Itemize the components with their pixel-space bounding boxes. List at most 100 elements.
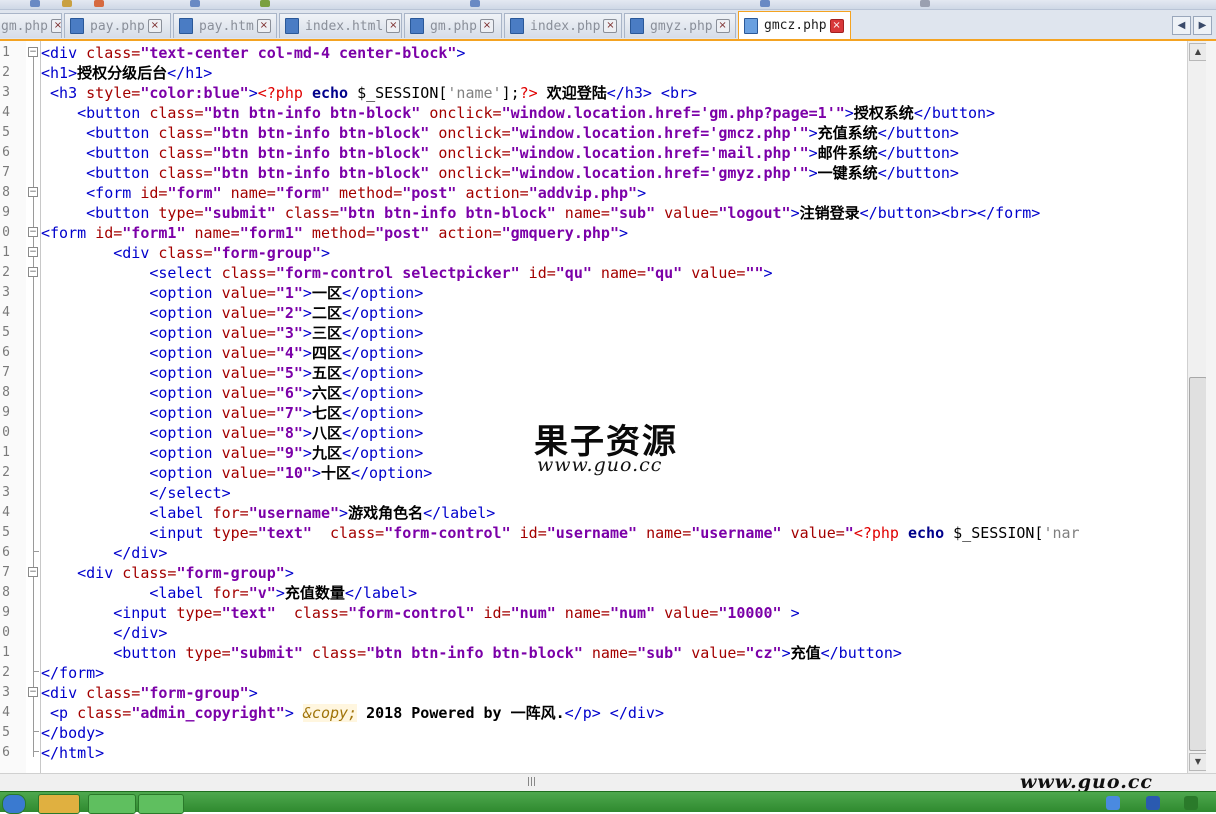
code-token: >: [844, 104, 854, 122]
toolbar-icon[interactable]: [190, 0, 200, 7]
scrollbar-grip[interactable]: |||: [527, 777, 536, 787]
code-line[interactable]: <button class="btn btn-info btn-block" o…: [41, 103, 995, 123]
code-line[interactable]: </select>: [41, 483, 230, 503]
code-line[interactable]: <div class="form-group">: [41, 683, 258, 703]
file-tab[interactable]: pay.php ×: [64, 13, 171, 38]
tab-scroll-right-button[interactable]: ▶: [1193, 16, 1212, 35]
close-icon[interactable]: ×: [256, 19, 271, 33]
code-token: "btn btn-info btn-block": [203, 104, 421, 122]
code-line[interactable]: <button type="submit" class="btn btn-inf…: [41, 643, 902, 663]
file-tab[interactable]: gm.php ×: [404, 13, 502, 38]
start-button[interactable]: [2, 794, 26, 814]
code-token: "2": [275, 304, 303, 322]
tray-bluetooth-icon[interactable]: [1146, 796, 1160, 810]
code-line[interactable]: <option value="10">十区</option>: [41, 463, 432, 483]
close-icon[interactable]: ×: [603, 19, 618, 33]
file-tab-active[interactable]: gmcz.php ×: [738, 11, 851, 39]
taskbar: [0, 791, 1216, 814]
fold-toggle-icon[interactable]: −: [28, 687, 38, 697]
taskbar-app-button[interactable]: [88, 794, 136, 814]
code-line[interactable]: <button class="btn btn-info btn-block" o…: [41, 123, 959, 143]
toolbar-icon[interactable]: [30, 0, 40, 7]
tab-scroll-left-button[interactable]: ◀: [1172, 16, 1191, 35]
fold-toggle-icon[interactable]: −: [28, 567, 38, 577]
code-token: onclick=: [420, 104, 502, 122]
code-line[interactable]: <h1>授权分级后台</h1>: [41, 63, 212, 83]
file-tab[interactable]: index.html ×: [279, 13, 402, 38]
taskbar-folder-button[interactable]: [38, 794, 80, 814]
tray-network-icon[interactable]: [1106, 796, 1120, 810]
tray-status-icon[interactable]: [1184, 796, 1198, 810]
code-token: "10000": [718, 604, 782, 622]
close-icon[interactable]: ×: [715, 19, 730, 33]
toolbar-icon[interactable]: [760, 0, 770, 7]
code-token: >: [339, 504, 349, 522]
code-token: "form-control": [348, 604, 475, 622]
code-line[interactable]: <p class="admin_copyright"> &copy; 2018 …: [41, 703, 664, 723]
toolbar-icon[interactable]: [920, 0, 930, 7]
toolbar-icon[interactable]: [94, 0, 104, 7]
fold-toggle-icon[interactable]: −: [28, 267, 38, 277]
close-icon[interactable]: ×: [479, 19, 494, 33]
code-line[interactable]: <label for="v">充值数量</label>: [41, 583, 417, 603]
toolbar-icon[interactable]: [470, 0, 480, 7]
code-line[interactable]: </body>: [41, 723, 104, 743]
code-line[interactable]: <option value="2">二区</option>: [41, 303, 423, 323]
close-icon[interactable]: ×: [829, 18, 844, 33]
code-line[interactable]: <form id="form" name="form" method="post…: [41, 183, 646, 203]
code-line[interactable]: <option value="5">五区</option>: [41, 363, 423, 383]
code-line[interactable]: <option value="4">四区</option>: [41, 343, 423, 363]
php-file-icon: [410, 18, 424, 34]
code-token: <form: [41, 224, 96, 242]
code-line[interactable]: <h3 style="color:blue"><?php echo $_SESS…: [41, 83, 697, 103]
code-line[interactable]: </div>: [41, 543, 167, 563]
close-icon[interactable]: ×: [386, 19, 401, 33]
file-tab[interactable]: gm.php ×: [0, 13, 62, 38]
code-token: 充值: [790, 644, 821, 662]
line-number: 5: [2, 725, 10, 740]
code-line[interactable]: <option value="7">七区</option>: [41, 403, 423, 423]
code-line[interactable]: </form>: [41, 663, 104, 683]
code-token: "window.location.href='gmyz.php'": [510, 164, 809, 182]
close-icon[interactable]: ×: [50, 19, 61, 33]
file-tab[interactable]: pay.htm ×: [173, 13, 277, 38]
code-line[interactable]: <div class="text-center col-md-4 center-…: [41, 43, 465, 63]
code-token: ?>: [519, 84, 538, 102]
code-line[interactable]: <div class="form-group">: [41, 243, 330, 263]
code-editor[interactable]: 1 2 3 4 5 6 7 8 9 0 1 2 3 4 5 6 7 8 9 0 1 2 3 4 5 6 7 8 9 0 1 2 3 4 5 6 − −…: [0, 41, 1186, 773]
code-line[interactable]: <button class="btn btn-info btn-block" o…: [41, 143, 959, 163]
file-tab[interactable]: index.php ×: [504, 13, 622, 38]
code-token: $_SESSION[: [348, 84, 448, 102]
fold-toggle-icon[interactable]: −: [28, 187, 38, 197]
code-line[interactable]: <option value="3">三区</option>: [41, 323, 423, 343]
code-line[interactable]: <div class="form-group">: [41, 563, 294, 583]
vertical-scrollbar[interactable]: ▲ ▼: [1187, 41, 1207, 773]
code-line[interactable]: <option value="1">一区</option>: [41, 283, 423, 303]
code-line[interactable]: <button class="btn btn-info btn-block" o…: [41, 163, 959, 183]
scrollbar-thumb[interactable]: [1189, 377, 1207, 751]
code-line[interactable]: </html>: [41, 743, 104, 763]
code-line[interactable]: <form id="form1" name="form1" method="po…: [41, 223, 628, 243]
code-token: >: [284, 564, 294, 582]
fold-toggle-icon[interactable]: −: [28, 227, 38, 237]
code-line[interactable]: </div>: [41, 623, 167, 643]
code-line[interactable]: <input type="text" class="form-control" …: [41, 603, 799, 623]
toolbar-icon[interactable]: [260, 0, 270, 7]
close-icon[interactable]: ×: [147, 19, 162, 33]
code-token: <label: [41, 504, 213, 522]
code-line[interactable]: <button type="submit" class="btn btn-inf…: [41, 203, 1040, 223]
taskbar-editor-button[interactable]: [138, 794, 184, 814]
fold-toggle-icon[interactable]: −: [28, 47, 38, 57]
code-line[interactable]: <option value="9">九区</option>: [41, 443, 423, 463]
code-line[interactable]: <input type="text" class="form-control" …: [41, 523, 1079, 543]
code-line[interactable]: <label for="username">游戏角色名</label>: [41, 503, 495, 523]
file-tab[interactable]: gmyz.php ×: [624, 13, 736, 38]
scroll-down-button[interactable]: ▼: [1189, 753, 1207, 771]
code-line[interactable]: <option value="6">六区</option>: [41, 383, 423, 403]
fold-toggle-icon[interactable]: −: [28, 247, 38, 257]
scroll-up-button[interactable]: ▲: [1189, 43, 1207, 61]
code-line[interactable]: <option value="8">八区</option>: [41, 423, 423, 443]
code-token: </form>: [41, 664, 105, 682]
code-line[interactable]: <select class="form-control selectpicker…: [41, 263, 772, 283]
toolbar-icon[interactable]: [62, 0, 72, 7]
